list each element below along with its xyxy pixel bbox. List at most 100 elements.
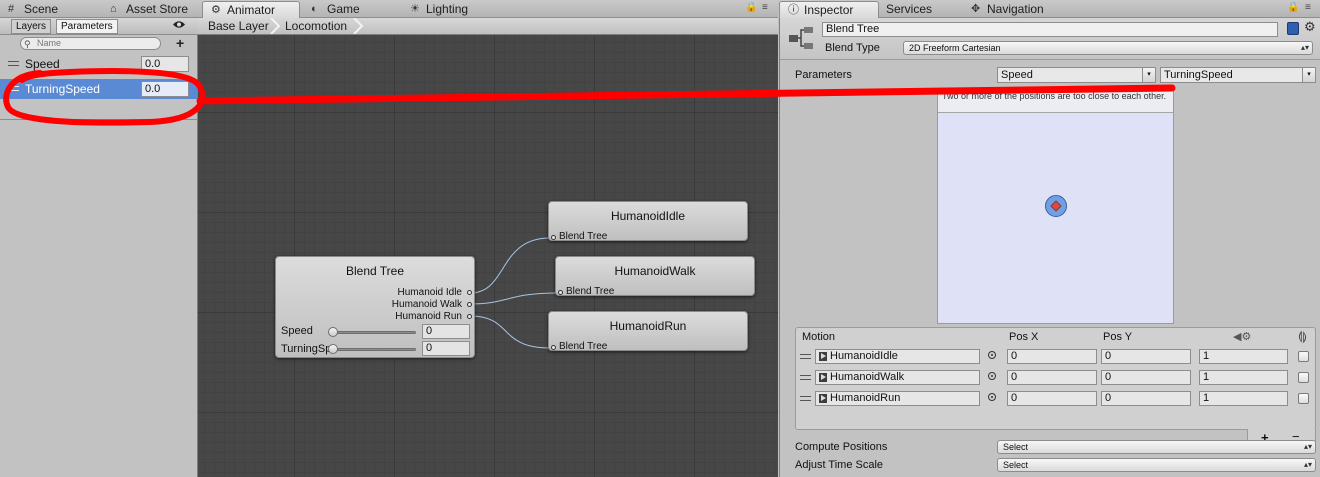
input-port[interactable] [551, 345, 556, 350]
output-port[interactable] [467, 290, 472, 295]
speed-field[interactable]: 1 [1199, 349, 1288, 364]
clip-node-humanoid-run[interactable]: HumanoidRun Blend Tree [548, 311, 748, 352]
drag-handle-icon[interactable] [8, 61, 19, 66]
tab-lighting-label: Lighting [426, 2, 469, 16]
tab-game-label: Game [327, 2, 360, 16]
speed-field[interactable]: 1 [1199, 391, 1288, 406]
tab-layers[interactable]: Layers [11, 19, 52, 34]
tab-animator-label: Animator [227, 3, 276, 17]
mirror-column-icon: ⟬⟭ [1298, 329, 1307, 343]
mirror-checkbox[interactable] [1298, 393, 1309, 404]
dropdown-arrow-icon: ▴▾ [1303, 460, 1312, 469]
output-port-label: Humanoid Walk [391, 299, 462, 310]
node-param-label: TurningSpeed [281, 343, 329, 355]
object-picker-icon[interactable] [988, 372, 996, 380]
input-port[interactable] [558, 290, 563, 295]
drag-handle-icon[interactable] [8, 86, 19, 91]
compute-positions-dropdown[interactable]: Select ▴▾ [997, 440, 1316, 454]
motion-row: HumanoidWalk 0 0 1 [796, 367, 1315, 388]
object-picker-icon[interactable] [988, 393, 996, 401]
pos-x-field[interactable]: 0 [1007, 349, 1097, 364]
compute-positions-value: Select [1003, 442, 1029, 452]
speed-field[interactable]: 1 [1199, 370, 1288, 385]
turningspeed-value-field[interactable]: 0 [422, 341, 470, 356]
motion-clip-field[interactable]: HumanoidWalk [815, 370, 980, 385]
inspector-lock-icon[interactable]: 🔒 [1287, 2, 1299, 13]
help-book-icon[interactable] [1287, 22, 1299, 35]
parameter-name: TurningSpeed [25, 82, 100, 96]
turningspeed-slider-knob[interactable] [328, 344, 338, 354]
inspector-menu-icon[interactable]: ≡ [1305, 2, 1311, 13]
tab-parameters[interactable]: Parameters [56, 19, 118, 34]
animation-clip-icon [819, 352, 827, 361]
object-picker-icon[interactable] [988, 351, 996, 359]
motion-position-point[interactable] [1045, 195, 1067, 217]
turningspeed-slider-track[interactable] [331, 348, 416, 351]
adjust-time-scale-value: Select [1003, 460, 1029, 470]
tab-navigation-label: Navigation [987, 2, 1044, 16]
parameter-value-field[interactable]: 0.0 [141, 56, 189, 72]
param-x-popup[interactable]: Speed ▾ [997, 67, 1156, 83]
compute-positions-label: Compute Positions [795, 441, 888, 453]
tab-scene-label: Scene [24, 2, 59, 16]
tab-services[interactable]: Services [862, 1, 962, 18]
input-port[interactable] [551, 235, 556, 240]
param-x-value: Speed [1001, 69, 1033, 81]
tab-asset-store[interactable]: ⌂ Asset Store [102, 1, 200, 18]
param-y-popup[interactable]: TurningSpeed ▾ [1160, 67, 1316, 83]
animation-clip-icon [819, 394, 827, 403]
current-parameter-marker [1050, 200, 1062, 212]
parameter-search-row: Name ⚲ + [0, 35, 198, 53]
blend-type-dropdown[interactable]: 2D Freeform Cartesian ▴▾ [903, 41, 1313, 55]
tab-navigation[interactable]: ✥ Navigation [963, 1, 1073, 18]
clip-node-humanoid-idle[interactable]: HumanoidIdle Blend Tree [548, 201, 748, 242]
parameter-value-field[interactable]: 0.0 [141, 81, 189, 97]
blend-type-label: Blend Type [825, 42, 880, 54]
drag-handle-icon[interactable] [800, 354, 811, 359]
node-title: HumanoidIdle [610, 209, 686, 223]
clip-node-humanoid-walk[interactable]: HumanoidWalk Blend Tree [555, 256, 755, 297]
add-parameter-button[interactable]: + [176, 36, 184, 50]
motion-clip-field[interactable]: HumanoidIdle [815, 349, 980, 364]
parameter-row-turningspeed[interactable]: TurningSpeed 0.0 [0, 79, 197, 99]
eye-icon[interactable] [173, 20, 185, 29]
adjust-time-scale-dropdown[interactable]: Select ▴▾ [997, 458, 1316, 472]
window-menu-icon[interactable]: ≡ [762, 2, 768, 13]
tab-animator[interactable]: ⚙ Animator [202, 1, 300, 18]
inspector-panel: Blend Tree ⚙ Blend Type 2D Freeform Cart… [779, 18, 1320, 477]
tab-lighting[interactable]: ☀ Lighting [402, 1, 502, 18]
output-port-label: Humanoid Idle [397, 287, 462, 298]
dropdown-arrow-icon: ▴▾ [1303, 442, 1312, 451]
settings-gear-icon[interactable]: ⚙ [1304, 19, 1316, 35]
pos-x-field[interactable]: 0 [1007, 370, 1097, 385]
lock-icon[interactable]: 🔒 [745, 2, 757, 13]
mirror-checkbox[interactable] [1298, 351, 1309, 362]
speed-column-icon: ◀⚙ [1233, 331, 1252, 343]
speed-slider-track[interactable] [331, 331, 416, 334]
pos-y-field[interactable]: 0 [1101, 349, 1191, 364]
motion-row: HumanoidIdle 0 0 1 [796, 346, 1315, 367]
parameter-row-speed[interactable]: Speed 0.0 [0, 54, 197, 74]
blend-tree-node[interactable]: Blend Tree Humanoid Idle Humanoid Walk H… [275, 256, 475, 358]
node-title: Blend Tree [345, 264, 405, 278]
tab-game[interactable]: ◐ Game [303, 1, 401, 18]
pos-y-field[interactable]: 0 [1101, 391, 1191, 406]
pos-x-field[interactable]: 0 [1007, 391, 1097, 406]
blend-type-value: 2D Freeform Cartesian [909, 43, 1001, 53]
speed-slider-knob[interactable] [328, 327, 338, 337]
mirror-checkbox[interactable] [1298, 372, 1309, 383]
animator-graph[interactable]: Base Layer Locomotion Blend Tree Humanoi… [198, 18, 778, 477]
output-port[interactable] [467, 314, 472, 319]
node-title: HumanoidRun [609, 319, 687, 333]
parameter-search-input[interactable]: Name [20, 37, 161, 50]
blend-space-graph[interactable]: Two or more of the positions are too clo… [937, 88, 1174, 324]
motion-clip-field[interactable]: HumanoidRun [815, 391, 980, 406]
tab-services-label: Services [886, 2, 933, 16]
blend-tree-name-input[interactable]: Blend Tree [822, 22, 1278, 37]
output-port[interactable] [467, 302, 472, 307]
pos-y-field[interactable]: 0 [1101, 370, 1191, 385]
drag-handle-icon[interactable] [800, 396, 811, 401]
tab-scene[interactable]: # Scene [0, 1, 92, 18]
drag-handle-icon[interactable] [800, 375, 811, 380]
speed-value-field[interactable]: 0 [422, 324, 470, 339]
